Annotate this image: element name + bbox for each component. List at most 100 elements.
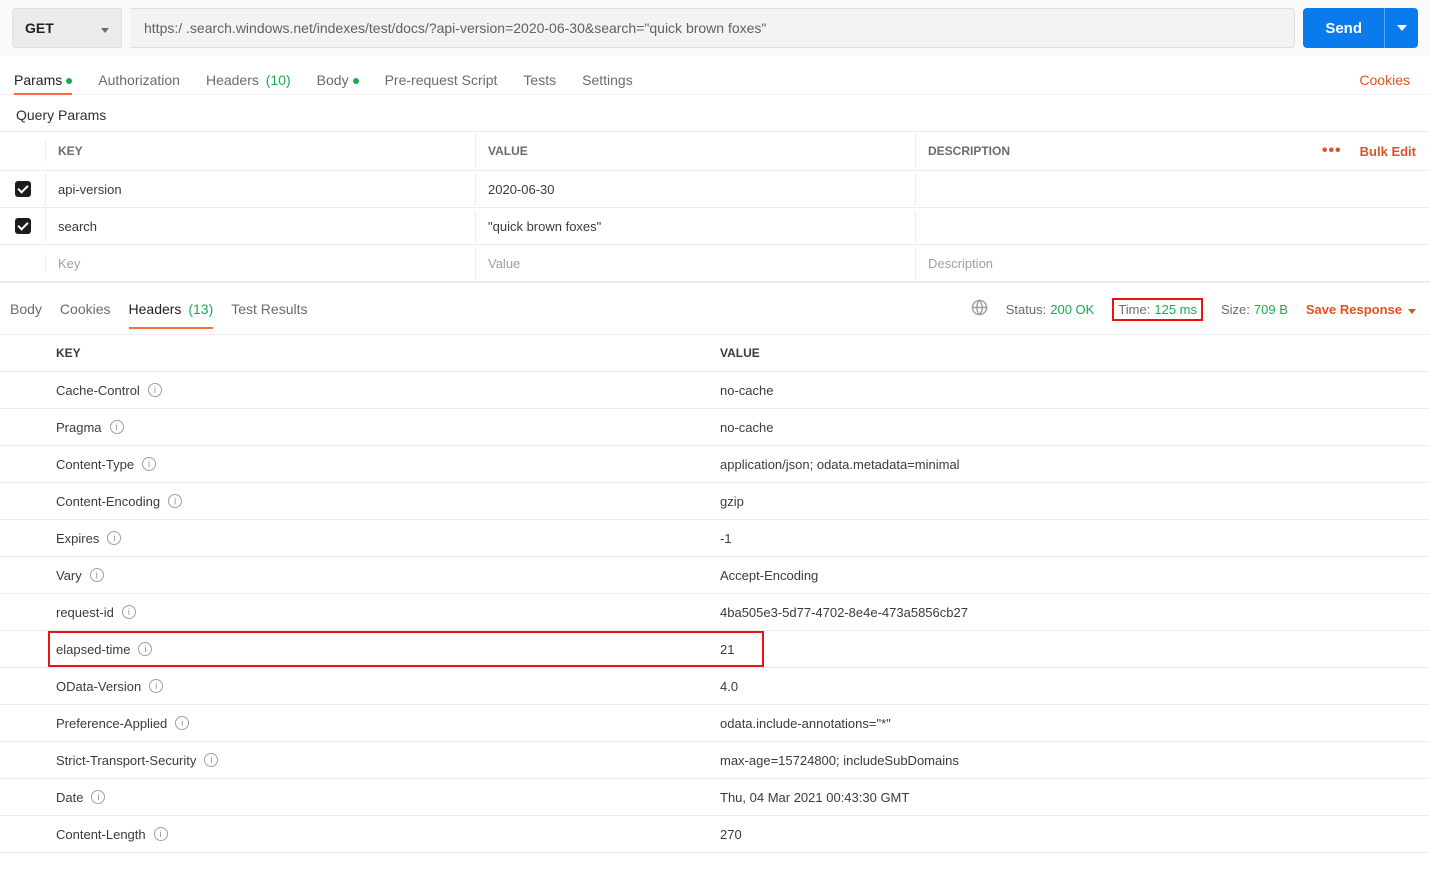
header-key: Strict-Transport-Security [56,753,196,768]
header-row: Datei Thu, 04 Mar 2021 00:43:30 GMT [0,779,1430,816]
info-icon[interactable]: i [138,642,152,656]
url-text: https:/ .search.windows.net/indexes/test… [144,20,766,36]
header-key: Content-Type [56,457,134,472]
header-value: Accept-Encoding [720,559,1430,592]
param-value-placeholder[interactable]: Value [476,248,916,279]
param-description-placeholder[interactable]: Description [916,248,1430,279]
param-row-new[interactable]: Key Value Description [0,245,1430,282]
rtab-test-results[interactable]: Test Results [231,297,307,321]
info-icon[interactable]: i [149,679,163,693]
header-value: Thu, 04 Mar 2021 00:43:30 GMT [720,781,1430,814]
header-row: Cache-Control i no-cache [0,372,1430,409]
header-key: Content-Encoding [56,494,160,509]
header-row: Content-Typeiapplication/json; odata.met… [0,446,1430,483]
header-key: Content-Length [56,827,146,842]
http-method-label: GET [25,20,54,36]
header-row: Content-Encoding i gzip [0,483,1430,520]
param-checkbox[interactable] [15,218,31,234]
header-value: no-cache [720,374,1430,407]
header-key: Expires [56,531,99,546]
send-button-label: Send [1303,8,1384,48]
send-dropdown-icon[interactable] [1384,8,1418,48]
header-value: gzip [720,485,1430,518]
rtab-headers[interactable]: Headers (13) [129,297,214,321]
info-icon[interactable]: i [91,790,105,804]
info-icon[interactable]: i [110,420,124,434]
header-key: Pragma [56,420,102,435]
header-key: Cache-Control [56,383,140,398]
header-row: Preference-Appliediodata.include-annotat… [0,705,1430,742]
info-icon[interactable]: i [168,494,182,508]
tab-headers[interactable]: Headers (10) [206,66,291,94]
header-key: Vary [56,568,82,583]
header-key: elapsed-time [56,642,130,657]
param-checkbox[interactable] [15,181,31,197]
info-icon[interactable]: i [154,827,168,841]
tab-body[interactable]: Body [317,66,359,94]
size-label: Size: [1221,302,1250,317]
info-icon[interactable]: i [204,753,218,767]
dot-icon [66,78,72,84]
info-icon[interactable]: i [175,716,189,730]
rtab-headers-count: (13) [188,301,213,317]
params-table: KEY VALUE DESCRIPTION ••• Bulk Edit api-… [0,131,1430,283]
header-row: Content-Length i 270 [0,816,1430,853]
save-response-button[interactable]: Save Response [1306,302,1416,317]
header-value: max-age=15724800; includeSubDomains [720,744,1430,777]
size-meta: Size: 709 B [1221,302,1288,317]
col-value: VALUE [476,134,916,168]
request-bar: GET https:/ .search.windows.net/indexes/… [0,0,1430,56]
tab-params-label: Params [14,72,62,88]
url-input[interactable]: https:/ .search.windows.net/indexes/test… [130,8,1295,48]
chevron-down-icon [1408,302,1416,317]
header-key: Date [56,790,83,805]
status-label: Status: [1006,302,1046,317]
header-row: request-idi4ba505e3-5d77-4702-8e4e-473a5… [0,594,1430,631]
info-icon[interactable]: i [122,605,136,619]
status-value: 200 OK [1050,302,1094,317]
col-description: DESCRIPTION [928,144,1010,158]
bulk-edit-link[interactable]: Bulk Edit [1360,144,1416,159]
tab-params[interactable]: Params [14,66,72,94]
tab-authorization[interactable]: Authorization [98,66,180,94]
rtab-cookies[interactable]: Cookies [60,297,111,321]
more-icon[interactable]: ••• [1322,142,1342,160]
info-icon[interactable]: i [107,531,121,545]
header-row: OData-Version i 4.0 [0,668,1430,705]
header-value: 270 [720,818,1430,851]
header-row: elapsed-time i 21 [0,631,1430,668]
param-description[interactable] [916,181,1430,197]
query-params-label: Query Params [0,95,1430,131]
info-icon[interactable]: i [90,568,104,582]
param-row: search "quick brown foxes" [0,208,1430,245]
cookies-link[interactable]: Cookies [1359,72,1410,88]
size-value: 709 B [1254,302,1288,317]
rtab-headers-label: Headers [129,301,182,317]
info-icon[interactable]: i [148,383,162,397]
tab-tests[interactable]: Tests [523,66,556,94]
rtab-body[interactable]: Body [10,297,42,321]
param-value[interactable]: "quick brown foxes" [476,211,916,242]
param-key[interactable]: api-version [46,174,476,205]
tab-settings[interactable]: Settings [582,66,633,94]
param-description[interactable] [916,218,1430,234]
header-row: Expiresi-1 [0,520,1430,557]
header-row: Pragmaino-cache [0,409,1430,446]
header-value: 21 [720,633,1430,666]
globe-icon[interactable] [971,299,988,319]
param-key-placeholder[interactable]: Key [46,248,476,279]
tab-headers-label: Headers [206,72,259,88]
response-bar: Body Cookies Headers (13) Test Results S… [0,283,1430,327]
header-row: Strict-Transport-Security i max-age=157248… [0,742,1430,779]
header-key: OData-Version [56,679,141,694]
param-key[interactable]: search [46,211,476,242]
http-method-select[interactable]: GET [12,8,122,48]
request-tabs: Params Authorization Headers (10) Body P… [0,56,1430,95]
tab-prerequest[interactable]: Pre-request Script [385,66,498,94]
send-button[interactable]: Send [1303,8,1418,48]
info-icon[interactable]: i [142,457,156,471]
param-value[interactable]: 2020-06-30 [476,174,916,205]
response-headers-table: KEY VALUE Cache-Controlino-cachePragmain… [0,335,1430,853]
header-value: 4.0 [720,670,1430,703]
header-row: Varyi Accept-Encoding [0,557,1430,594]
